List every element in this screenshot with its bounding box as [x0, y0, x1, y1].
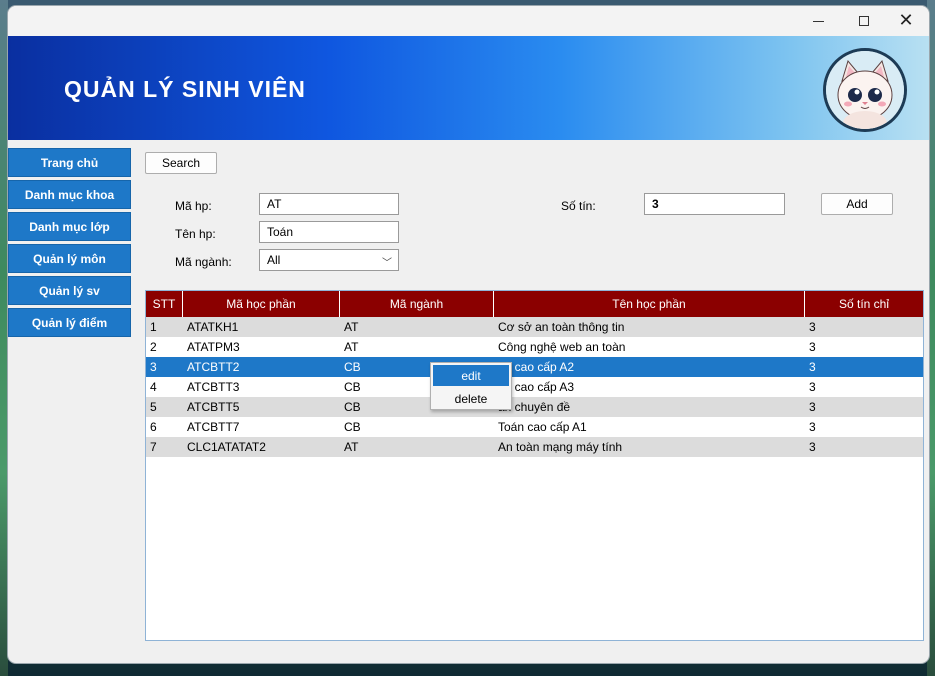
cell-ma-nganh: AT [344, 340, 359, 354]
ma-hp-label: Mã hp: [175, 199, 212, 213]
cell-ten-hoc-phan: án cao cấp A2 [498, 360, 575, 374]
cell-stt: 5 [150, 400, 157, 414]
cell-so-tin-chi: 3 [809, 400, 816, 414]
cell-stt: 4 [150, 380, 157, 394]
table-row[interactable]: 6 ATCBTT7 CB Toán cao cấp A1 3 [146, 417, 923, 437]
cell-so-tin-chi: 3 [809, 360, 816, 374]
ten-hp-label: Tên hp: [175, 227, 216, 241]
cell-ten-hoc-phan: An toàn mạng máy tính [498, 440, 623, 454]
cell-stt: 7 [150, 440, 157, 454]
search-button[interactable]: Search [145, 152, 217, 174]
cell-stt: 6 [150, 420, 157, 434]
desktop-background-left [0, 0, 8, 676]
add-button[interactable]: Add [821, 193, 893, 215]
cell-so-tin-chi: 3 [809, 340, 816, 354]
sidebar-item-quan-ly-diem[interactable]: Quản lý điểm [8, 308, 131, 337]
cell-so-tin-chi: 3 [809, 380, 816, 394]
context-menu: edit delete [430, 362, 512, 410]
chevron-down-icon: ﹀ [382, 258, 392, 269]
column-header-ma-nganh[interactable]: Mã ngành [340, 291, 494, 317]
cell-ten-hoc-phan: án chuyên đề [498, 400, 571, 414]
cell-so-tin-chi: 3 [809, 420, 816, 434]
cell-ma-nganh: AT [344, 440, 359, 454]
cat-avatar-logo [823, 48, 907, 132]
cell-ma-hoc-phan: ATCBTT7 [187, 420, 240, 434]
cell-ten-hoc-phan: án cao cấp A3 [498, 380, 575, 394]
close-button[interactable]: ✕ [883, 6, 929, 36]
cell-ten-hoc-phan: Cơ sở an toàn thông tin [498, 320, 625, 334]
cell-ma-hoc-phan: CLC1ATATAT2 [187, 440, 266, 454]
context-menu-delete[interactable]: delete [433, 388, 509, 409]
cell-ma-hoc-phan: ATCBTT2 [187, 360, 240, 374]
page-title: QUẢN LÝ SINH VIÊN [64, 76, 306, 102]
table-header: STT Mã học phần Mã ngành Tên học phần Số… [146, 291, 923, 317]
table-row-selected[interactable]: 3 ATCBTT2 CB án cao cấp A2 3 [146, 357, 923, 377]
column-header-ma-hoc-phan[interactable]: Mã học phần [183, 291, 340, 317]
cell-ma-nganh: AT [344, 320, 359, 334]
cell-so-tin-chi: 3 [809, 440, 816, 454]
cell-so-tin-chi: 3 [809, 320, 816, 334]
cell-ten-hoc-phan: Công nghệ web an toàn [498, 340, 626, 354]
sidebar-item-danh-muc-lop[interactable]: Danh mục lớp [8, 212, 131, 241]
sidebar-item-trang-chu[interactable]: Trang chủ [8, 148, 131, 177]
cell-stt: 3 [150, 360, 157, 374]
table-row[interactable]: 4 ATCBTT3 CB án cao cấp A3 3 [146, 377, 923, 397]
cell-ten-hoc-phan: Toán cao cấp A1 [498, 420, 587, 434]
cell-ma-hoc-phan: ATATKH1 [187, 320, 239, 334]
context-menu-edit[interactable]: edit [433, 365, 509, 386]
ma-nganh-value: All [267, 253, 281, 267]
column-header-so-tin-chi[interactable]: Số tín chỉ [805, 291, 923, 317]
minimize-button[interactable] [795, 6, 841, 36]
maximize-icon [859, 16, 869, 26]
cell-stt: 2 [150, 340, 157, 354]
table-row[interactable]: 2 ATATPM3 AT Công nghệ web an toàn 3 [146, 337, 923, 357]
title-bar: ✕ [8, 6, 929, 36]
column-header-ten-hoc-phan[interactable]: Tên học phần [494, 291, 805, 317]
sidebar-item-quan-ly-mon[interactable]: Quản lý môn [8, 244, 131, 273]
close-icon: ✕ [898, 10, 914, 31]
minimize-icon [812, 20, 824, 22]
ma-hp-input[interactable]: AT [259, 193, 399, 215]
table-row[interactable]: 1 ATATKH1 AT Cơ sở an toàn thông tin 3 [146, 317, 923, 337]
app-window: ✕ QUẢN LÝ SINH VIÊN Trang chủ Danh mục k… [8, 6, 929, 663]
cell-ma-hoc-phan: ATCBTT3 [187, 380, 240, 394]
table-row[interactable]: 5 ATCBTT5 CB án chuyên đề 3 [146, 397, 923, 417]
sidebar-item-danh-muc-khoa[interactable]: Danh mục khoa [8, 180, 131, 209]
table-row[interactable]: 7 CLC1ATATAT2 AT An toàn mạng máy tính 3 [146, 437, 923, 457]
maximize-button[interactable] [841, 6, 887, 36]
so-tin-label: Số tín: [561, 199, 596, 213]
so-tin-input[interactable]: 3 [644, 193, 785, 215]
ma-nganh-select[interactable]: All ﹀ [259, 249, 399, 271]
sidebar: Trang chủ Danh mục khoa Danh mục lớp Quả… [8, 148, 131, 340]
column-header-stt[interactable]: STT [146, 291, 183, 317]
header-banner: QUẢN LÝ SINH VIÊN [8, 36, 929, 140]
cell-stt: 1 [150, 320, 157, 334]
sidebar-item-quan-ly-sv[interactable]: Quản lý sv [8, 276, 131, 305]
ten-hp-input[interactable]: Toán [259, 221, 399, 243]
cell-ma-nganh: CB [344, 420, 361, 434]
cell-ma-hoc-phan: ATATPM3 [187, 340, 240, 354]
course-table: STT Mã học phần Mã ngành Tên học phần Số… [145, 290, 924, 641]
cell-ma-hoc-phan: ATCBTT5 [187, 400, 240, 414]
ma-nganh-label: Mã ngành: [175, 255, 232, 269]
